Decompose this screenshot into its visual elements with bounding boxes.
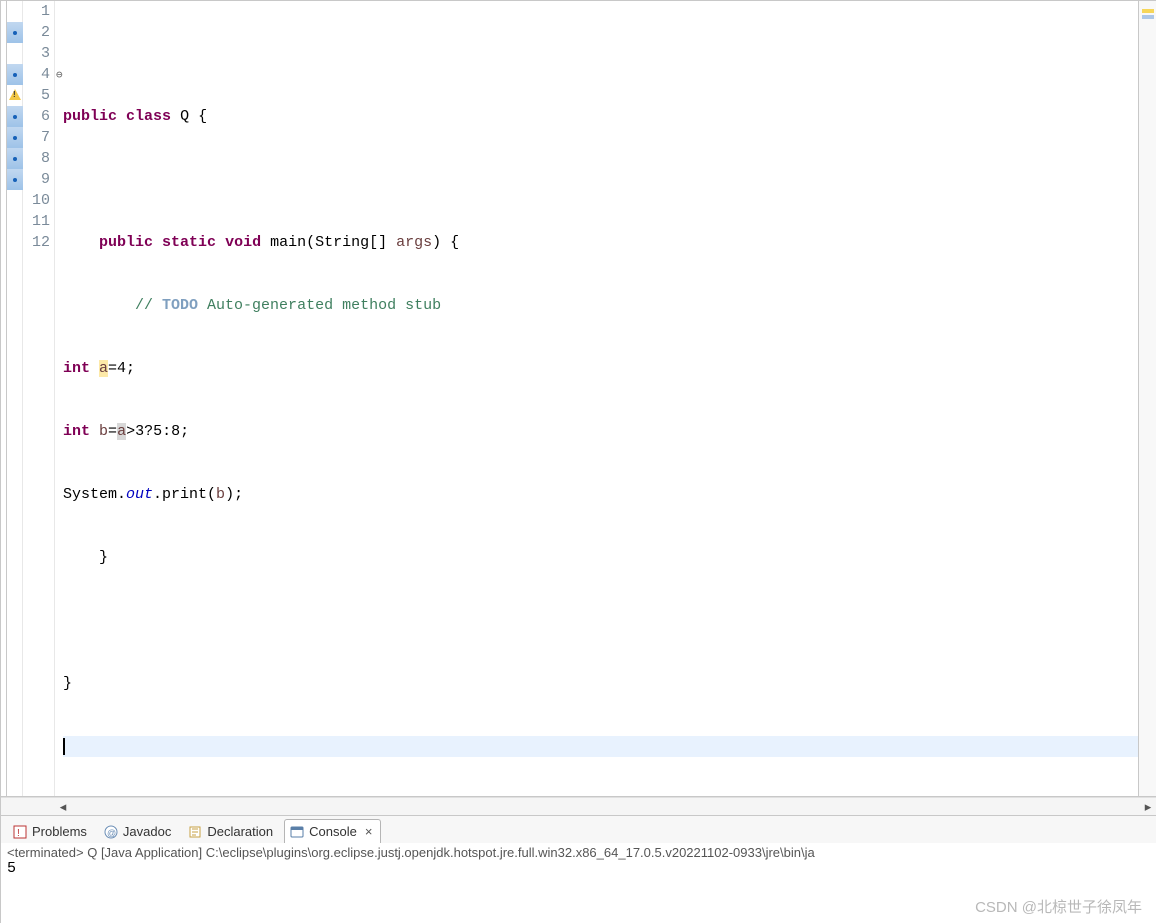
- code-line: // TODO Auto-generated method stub: [63, 295, 1138, 316]
- scroll-right-arrow-icon[interactable]: ▸: [1140, 799, 1156, 815]
- problems-icon: !: [12, 824, 28, 840]
- code-line: [63, 610, 1138, 631]
- occurrence-write: a: [99, 360, 108, 377]
- line-number: 4⊖: [23, 64, 50, 85]
- line-number: 3: [23, 43, 50, 64]
- code-editor[interactable]: 1 2 3 4⊖ 5 6 7 8 9 10 11 12 public class…: [1, 0, 1156, 797]
- tab-declaration[interactable]: Declaration: [182, 819, 282, 843]
- change-marker: [7, 64, 23, 85]
- line-number: 8: [23, 148, 50, 169]
- overview-change-mark: [1142, 15, 1154, 19]
- declaration-icon: [187, 824, 203, 840]
- code-text-area[interactable]: public class Q { public static void main…: [55, 1, 1138, 796]
- code-line: }: [63, 547, 1138, 568]
- code-line: int b=a>3?5:8;: [63, 421, 1138, 442]
- tab-problems[interactable]: ! Problems: [7, 819, 96, 843]
- code-line: int a=4;: [63, 358, 1138, 379]
- svg-text:!: !: [17, 828, 20, 839]
- scroll-track[interactable]: [71, 799, 1140, 815]
- change-marker: [7, 22, 23, 43]
- change-marker: [7, 148, 23, 169]
- tab-console[interactable]: Console ×: [284, 819, 381, 843]
- code-line-current: [63, 736, 1138, 757]
- change-marker: [7, 106, 23, 127]
- tab-label: Declaration: [207, 824, 273, 839]
- code-line: System.out.print(b);: [63, 484, 1138, 505]
- line-number: 11: [23, 211, 50, 232]
- close-icon[interactable]: ×: [365, 824, 373, 839]
- warning-marker[interactable]: [7, 85, 23, 106]
- line-number: 1: [23, 1, 50, 22]
- console-output[interactable]: 5: [1, 860, 1156, 877]
- tab-javadoc[interactable]: @ Javadoc: [98, 819, 180, 843]
- line-number: 5: [23, 85, 50, 106]
- code-line: public static void main(String[] args) {: [63, 232, 1138, 253]
- javadoc-icon: @: [103, 824, 119, 840]
- occurrence-read: a: [117, 423, 126, 440]
- change-marker: [7, 169, 23, 190]
- line-number: 6: [23, 106, 50, 127]
- code-line: }: [63, 673, 1138, 694]
- line-number-gutter[interactable]: 1 2 3 4⊖ 5 6 7 8 9 10 11 12: [23, 1, 55, 796]
- console-view: <terminated> Q [Java Application] C:\ecl…: [1, 843, 1156, 923]
- tab-label: Problems: [32, 824, 87, 839]
- ide-window: 1 2 3 4⊖ 5 6 7 8 9 10 11 12 public class…: [0, 0, 1156, 923]
- tab-label: Javadoc: [123, 824, 171, 839]
- code-line: [63, 169, 1138, 190]
- overview-warning-mark: [1142, 9, 1154, 13]
- line-number: 9: [23, 169, 50, 190]
- console-icon: [289, 824, 305, 840]
- tab-label: Console: [309, 824, 357, 839]
- line-number: 2: [23, 22, 50, 43]
- scroll-left-arrow-icon[interactable]: ◂: [55, 799, 71, 815]
- change-marker: [7, 127, 23, 148]
- code-line: public class Q {: [63, 106, 1138, 127]
- overview-ruler[interactable]: [1138, 1, 1156, 796]
- editor-horizontal-scrollbar[interactable]: ◂ ▸: [1, 797, 1156, 815]
- marker-bar: [7, 1, 23, 796]
- line-number: 12: [23, 232, 50, 253]
- bottom-views-tabbar: ! Problems @ Javadoc Declaration Console…: [1, 815, 1156, 843]
- code-line: [63, 43, 1138, 64]
- svg-text:@: @: [107, 828, 116, 838]
- line-number: 10: [23, 190, 50, 211]
- text-cursor: [63, 738, 65, 755]
- console-launch-info: <terminated> Q [Java Application] C:\ecl…: [1, 843, 1156, 860]
- line-number: 7: [23, 127, 50, 148]
